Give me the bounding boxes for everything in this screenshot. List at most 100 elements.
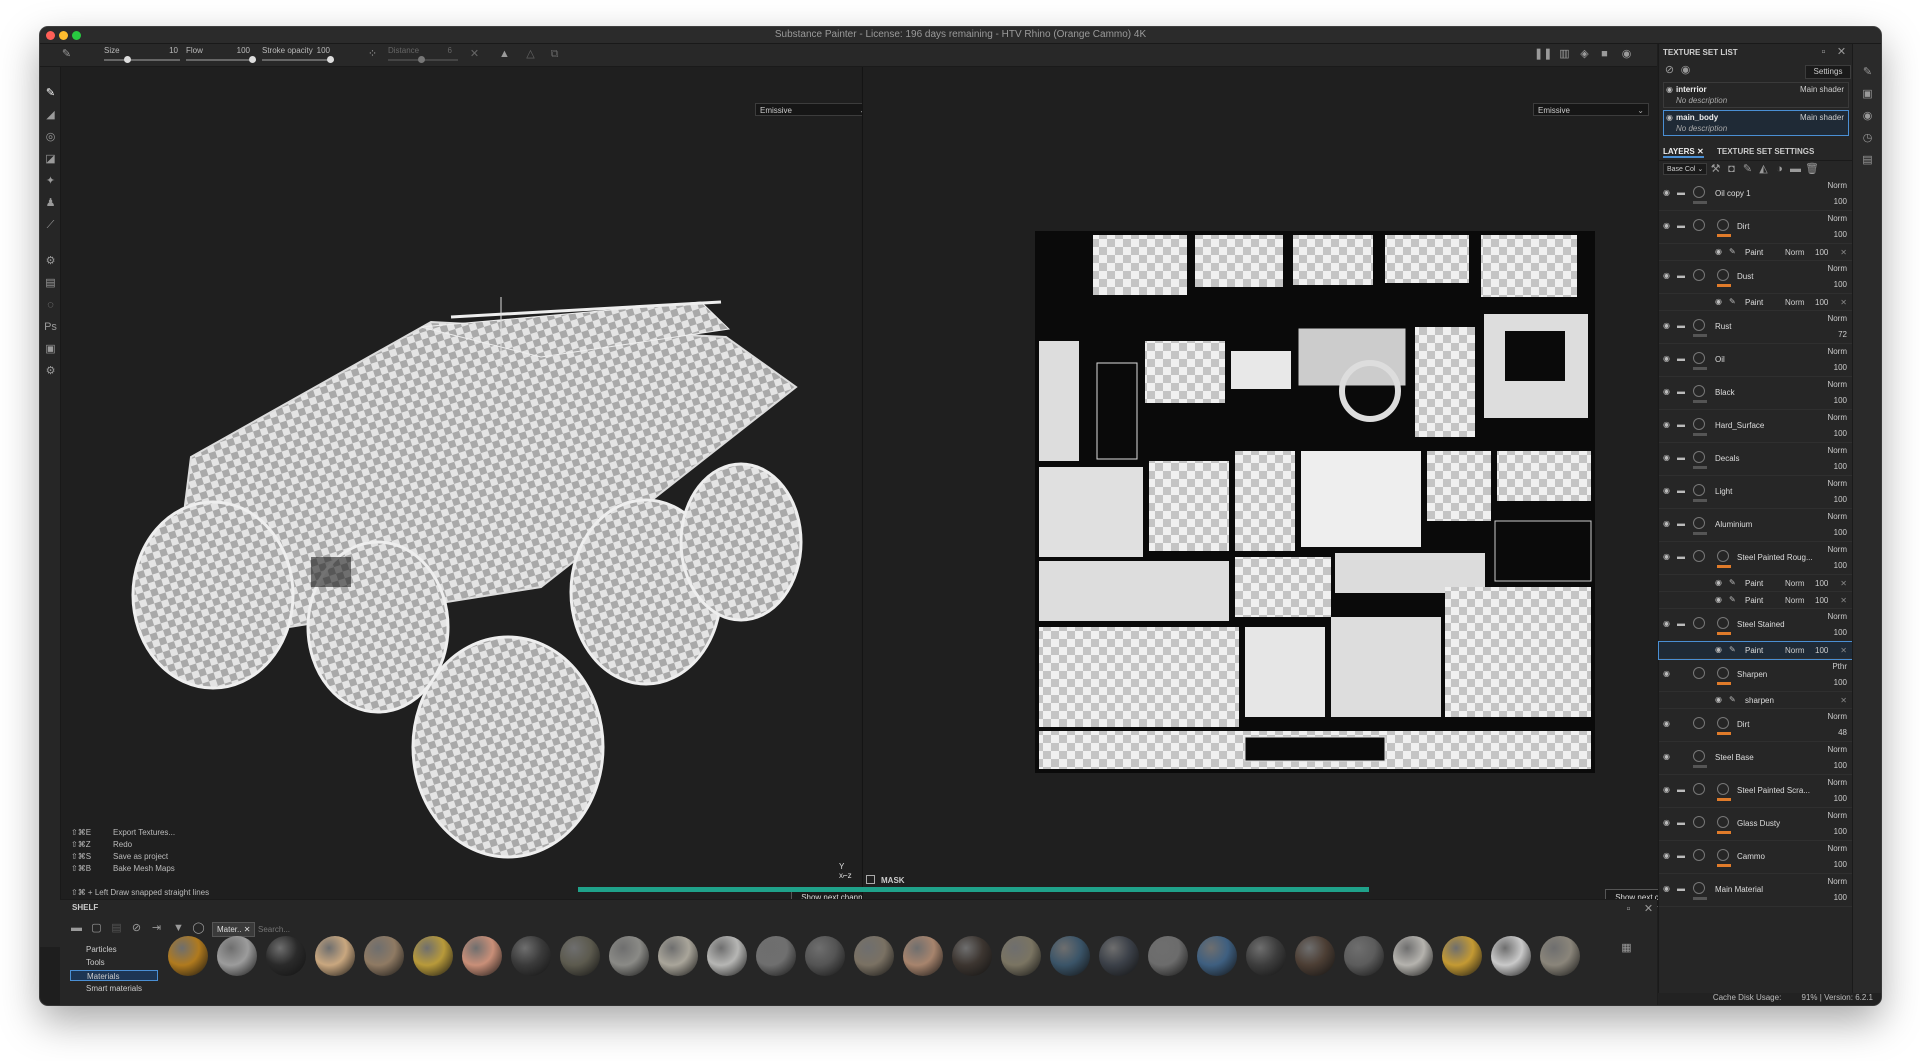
blend-mode[interactable]: Pthr [1832, 662, 1847, 671]
material-thumbnail[interactable] [609, 936, 649, 976]
delete-resource-icon[interactable]: ▤ [110, 922, 123, 935]
layer-row[interactable]: ◉ ▬ Main Material Norm 100 [1659, 874, 1853, 907]
smart-material-icon[interactable]: ◑ [1773, 163, 1786, 176]
eye-icon[interactable]: ◉ [1663, 785, 1670, 794]
float-panel-icon[interactable]: ▫ [1817, 46, 1830, 59]
material-thumbnail[interactable] [1393, 936, 1433, 976]
material-thumbnail[interactable] [560, 936, 600, 976]
brush-preset-icon[interactable]: ✎ [60, 48, 73, 61]
layer-opacity[interactable]: 100 [1834, 528, 1847, 537]
layer-opacity[interactable]: 100 [1815, 596, 1828, 605]
layer-opacity[interactable]: 100 [1815, 579, 1828, 588]
screenshot-icon[interactable]: ◉ [1620, 48, 1633, 61]
display-settings-icon[interactable]: ▣ [1861, 88, 1874, 101]
remove-filter-icon[interactable]: ✕ [244, 925, 251, 934]
eye-icon[interactable]: ◉ [1663, 519, 1670, 528]
layer-opacity[interactable]: 100 [1834, 462, 1847, 471]
layer-row[interactable]: ◉ ▬ Steel Painted Roug... Norm 100 [1659, 542, 1853, 575]
folder-icon[interactable]: ▬ [1677, 884, 1685, 893]
folder-icon[interactable]: ▬ [1677, 519, 1685, 528]
channel-select[interactable]: Base Col ⌄ [1663, 163, 1707, 175]
material-thumbnail[interactable] [1148, 936, 1188, 976]
folder-icon[interactable]: ▬ [1677, 354, 1685, 363]
projection-icon[interactable]: ◎ [44, 131, 57, 144]
photoshop-icon[interactable]: Ps [44, 321, 57, 334]
layer-row[interactable]: ◉ ▬ Cammo Norm 100 [1659, 841, 1853, 874]
eye-icon[interactable]: ◉ [1715, 578, 1722, 587]
layer-opacity[interactable]: 100 [1834, 280, 1847, 289]
remove-icon[interactable]: ✕ [1840, 579, 1847, 588]
symmetry-options-icon[interactable]: △ [524, 48, 537, 61]
shelf-category-particles[interactable]: Particles [70, 944, 158, 955]
add-folder-icon[interactable]: ▬ [1789, 163, 1802, 176]
blend-mode[interactable]: Norm [1785, 646, 1805, 655]
eye-icon[interactable]: ◉ [1663, 818, 1670, 827]
layer-opacity[interactable]: 100 [1834, 197, 1847, 206]
material-thumbnail[interactable] [462, 936, 502, 976]
stroke-opacity-slider[interactable] [262, 56, 334, 63]
export-icon[interactable]: ▤ [44, 277, 57, 290]
material-thumbnail[interactable] [511, 936, 551, 976]
folder-icon[interactable]: ▬ [1677, 785, 1685, 794]
layer-opacity[interactable]: 48 [1838, 728, 1847, 737]
new-resource-icon[interactable]: ▢ [90, 922, 103, 935]
close-tab-icon[interactable]: ✕ [1697, 147, 1704, 156]
brush-settings-icon[interactable]: ✎ [1861, 66, 1874, 79]
eye-icon[interactable]: ◉ [1663, 669, 1670, 678]
hide-icon[interactable]: ⊘ [130, 922, 143, 935]
effects-icon[interactable]: ⚒ [1709, 163, 1722, 176]
material-thumbnail[interactable] [952, 936, 992, 976]
sub-layer-row[interactable]: ◉ ✎ sharpen ✕ [1659, 692, 1853, 709]
sub-layer-row[interactable]: ◉ ✎ Paint Norm 100 ✕ [1658, 641, 1854, 660]
material-thumbnail[interactable] [364, 936, 404, 976]
symmetry-icon[interactable]: ▲ [498, 48, 511, 61]
blend-mode[interactable]: Norm [1785, 579, 1805, 588]
viewport-2d[interactable]: Emissive ⌄ Show next channel [863, 67, 1693, 917]
mirror-icon[interactable]: ⧉ [548, 48, 561, 61]
eye-icon[interactable]: ◉ [1663, 552, 1670, 561]
layer-row[interactable]: ◉ ▬ Steel Stained Norm 100 [1659, 609, 1853, 642]
remove-icon[interactable]: ✕ [1840, 596, 1847, 605]
material-thumbnail[interactable] [1344, 936, 1384, 976]
flow-value[interactable]: 100 [226, 46, 250, 55]
eye-icon[interactable]: ◉ [1663, 188, 1670, 197]
blend-mode[interactable]: Norm [1827, 446, 1847, 455]
eye-icon[interactable]: ◉ [1663, 486, 1670, 495]
layer-row[interactable]: ◉ Sharpen Pthr 100 [1659, 659, 1853, 692]
layer-row[interactable]: ◉ Steel Base Norm 100 [1659, 742, 1853, 775]
folder-icon[interactable]: ▬ [1677, 221, 1685, 230]
eye-icon[interactable]: ◉ [1663, 354, 1670, 363]
eye-icon[interactable]: ◉ [1663, 752, 1670, 761]
layer-opacity[interactable]: 100 [1834, 827, 1847, 836]
sub-layer-row[interactable]: ◉ ✎ Paint Norm 100 ✕ [1659, 592, 1853, 609]
history-icon[interactable]: ◷ [1861, 132, 1874, 145]
camera-icon[interactable]: ■ [1598, 48, 1611, 61]
eye-icon[interactable]: ◉ [1663, 387, 1670, 396]
eye-icon[interactable]: ◉ [1663, 221, 1670, 230]
material-thumbnail[interactable] [1050, 936, 1090, 976]
layer-row[interactable]: ◉ ▬ Aluminium Norm 100 [1659, 509, 1853, 542]
display-settings-icon[interactable]: ◈ [1578, 48, 1591, 61]
blend-mode[interactable]: Norm [1827, 811, 1847, 820]
sub-layer-row[interactable]: ◉ ✎ Paint Norm 100 ✕ [1659, 575, 1853, 592]
eye-icon[interactable]: ◉ [1663, 719, 1670, 728]
layer-opacity[interactable]: 100 [1834, 561, 1847, 570]
blend-mode[interactable]: Norm [1827, 413, 1847, 422]
blend-mode[interactable]: Norm [1827, 612, 1847, 621]
channel-select-2d[interactable]: Emissive ⌄ [1533, 103, 1649, 116]
folder-icon[interactable]: ▬ [1677, 271, 1685, 280]
eye-icon[interactable]: ◉ [1679, 64, 1692, 77]
smudge-icon[interactable]: ✦ [44, 175, 57, 188]
material-thumbnail[interactable] [1246, 936, 1286, 976]
shelf-category-tools[interactable]: Tools [70, 957, 158, 968]
material-thumbnail[interactable] [805, 936, 845, 976]
material-thumbnail[interactable] [1197, 936, 1237, 976]
material-thumbnail[interactable] [903, 936, 943, 976]
material-thumbnail[interactable] [1001, 936, 1041, 976]
texture-set-interrior[interactable]: ◉ interrior Main shader No description [1663, 82, 1849, 108]
mask-icon[interactable]: ◘ [1725, 163, 1738, 176]
stroke-opacity-value[interactable]: 100 [306, 46, 330, 55]
size-slider[interactable] [104, 56, 180, 63]
remove-icon[interactable]: ✕ [1840, 248, 1847, 257]
tab-texture-set-settings[interactable]: TEXTURE SET SETTINGS [1717, 147, 1814, 156]
